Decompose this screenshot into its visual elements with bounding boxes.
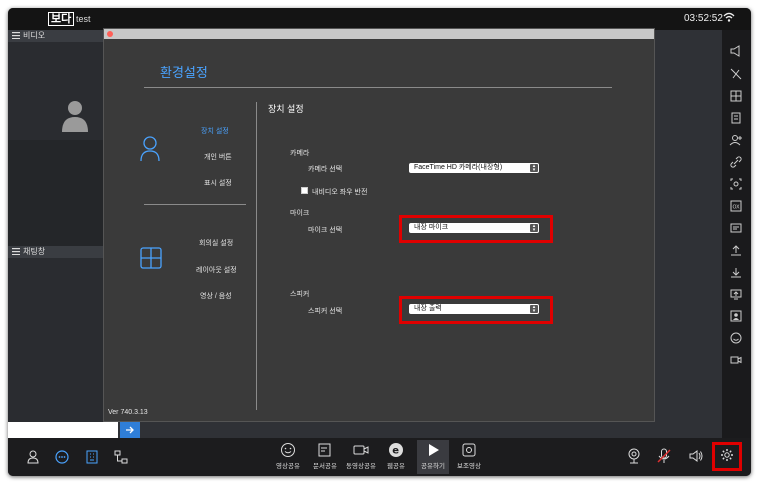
- mic-muted-icon[interactable]: [657, 448, 671, 464]
- right-toolbar: OX: [722, 30, 751, 438]
- person-icon: [62, 101, 88, 132]
- close-button[interactable]: [107, 31, 113, 37]
- speaker-icon[interactable]: [688, 448, 704, 464]
- document-icon[interactable]: [729, 111, 743, 125]
- nav-video-audio[interactable]: 영상 / 음성: [200, 291, 232, 301]
- menu-icon: [12, 248, 20, 256]
- grid-icon[interactable]: [729, 89, 743, 103]
- app-window: 보다 test 03:52:52 비디오 채팅창 OX 환경설정 장치 설정 개…: [8, 8, 751, 476]
- browser-e-icon: e: [389, 443, 403, 457]
- screen-capture-icon[interactable]: [729, 177, 743, 191]
- layout-grid-icon: [140, 247, 162, 269]
- link-icon[interactable]: [729, 155, 743, 169]
- vertical-divider: [256, 102, 257, 410]
- speaker-select-label: 스피커 선택: [308, 308, 343, 315]
- aux-video-label: 보조영상: [457, 463, 481, 470]
- nav-layout-settings[interactable]: 레이아웃 설정: [196, 265, 237, 275]
- divider: [144, 87, 612, 88]
- video-camera-icon: [353, 445, 369, 455]
- webcam-icon[interactable]: [627, 448, 641, 464]
- announce-icon[interactable]: [729, 44, 743, 58]
- aux-video-button[interactable]: 보조영상: [453, 440, 485, 474]
- dialog-title: 환경설정: [160, 65, 208, 80]
- app-logo: 보다: [48, 12, 75, 26]
- chat-input-row: [8, 422, 140, 438]
- record-icon[interactable]: [729, 353, 743, 367]
- section-title: 장치 설정: [268, 104, 304, 114]
- upload-icon[interactable]: [729, 243, 743, 257]
- smile-icon: [281, 443, 295, 457]
- whiteboard-icon[interactable]: [729, 221, 743, 235]
- nav-display-settings[interactable]: 표시 설정: [204, 178, 232, 188]
- settings-dialog: 환경설정 장치 설정 개인 버튼 표시 설정 회의실 설정 레이아웃 설정 영상…: [103, 28, 655, 422]
- participants-icon[interactable]: [27, 450, 39, 464]
- nav-personal-buttons[interactable]: 개인 버튼: [204, 152, 232, 162]
- ox-quiz-icon[interactable]: OX: [729, 199, 743, 213]
- chat-input[interactable]: [8, 422, 118, 438]
- share-doc-label: 문서공유: [313, 463, 337, 470]
- share-web-button[interactable]: e 웹공유: [380, 440, 412, 474]
- svg-text:e: e: [392, 446, 399, 457]
- arrow-right-icon: [126, 426, 134, 434]
- mirror-video-label: 내비디오 좌우 반전: [312, 189, 368, 196]
- camera-group-label: 카메라: [290, 150, 310, 157]
- chat-icon[interactable]: [55, 450, 69, 464]
- document-edit-icon: [318, 443, 331, 457]
- screen-share-icon[interactable]: [729, 287, 743, 301]
- share-play-label: 공유하기: [421, 463, 445, 470]
- room-name: test: [76, 14, 91, 24]
- mirror-video-checkbox[interactable]: [301, 187, 308, 194]
- top-bar: 보다 test 03:52:52: [8, 8, 751, 30]
- wifi-icon: [723, 12, 735, 22]
- speaker-group-label: 스피커: [290, 291, 310, 298]
- video-panel-title: 비디오: [23, 31, 46, 40]
- dialog-titlebar: [104, 29, 654, 39]
- camera-select-label: 카메라 선택: [308, 166, 343, 173]
- share-web-label: 웹공유: [387, 463, 405, 470]
- speaker-highlight-box: [399, 296, 553, 324]
- version-label: Ver 740.3.13: [108, 409, 148, 416]
- org-chart-icon[interactable]: [114, 450, 128, 464]
- aux-camera-icon: [462, 443, 476, 457]
- mic-highlight-box: [399, 215, 553, 243]
- share-video-button[interactable]: 영상공유: [272, 440, 304, 474]
- emoji-icon[interactable]: [729, 331, 743, 345]
- settings-highlight-box: [712, 442, 742, 471]
- svg-text:OX: OX: [733, 205, 741, 211]
- person-outline-icon: [140, 136, 160, 162]
- divider: [144, 204, 246, 205]
- building-icon[interactable]: [86, 450, 98, 464]
- menu-icon: [12, 32, 20, 40]
- camera-select[interactable]: FaceTime HD 카메라(내장형) ▴ ▾: [409, 163, 539, 173]
- presenter-icon[interactable]: [729, 309, 743, 323]
- share-doc-button[interactable]: 문서공유: [309, 440, 341, 474]
- share-video-label: 영상공유: [276, 463, 300, 470]
- mic-select-label: 마이크 선택: [308, 227, 343, 234]
- clock: 03:52:52: [684, 13, 723, 24]
- play-icon: [429, 444, 439, 456]
- select-arrow-icon: ▴ ▾: [530, 164, 538, 173]
- chat-send-button[interactable]: [120, 422, 140, 438]
- pen-off-icon[interactable]: [729, 67, 743, 81]
- mic-group-label: 마이크: [290, 210, 310, 217]
- share-movie-button[interactable]: 동영상공유: [345, 440, 377, 474]
- download-icon[interactable]: [729, 265, 743, 279]
- nav-meeting-room-settings[interactable]: 회의실 설정: [199, 238, 233, 248]
- bottom-toolbar: 영상공유 문서공유 동영상공유 e 웹공유 공유하기 보조영상: [8, 438, 751, 476]
- share-movie-label: 동영상공유: [346, 463, 376, 470]
- share-play-button[interactable]: 공유하기: [417, 440, 449, 474]
- add-user-icon[interactable]: [729, 133, 743, 147]
- chat-panel-title: 채팅창: [23, 247, 46, 256]
- nav-device-settings[interactable]: 장치 설정: [201, 126, 229, 136]
- camera-select-value: FaceTime HD 카메라(내장형): [414, 164, 503, 171]
